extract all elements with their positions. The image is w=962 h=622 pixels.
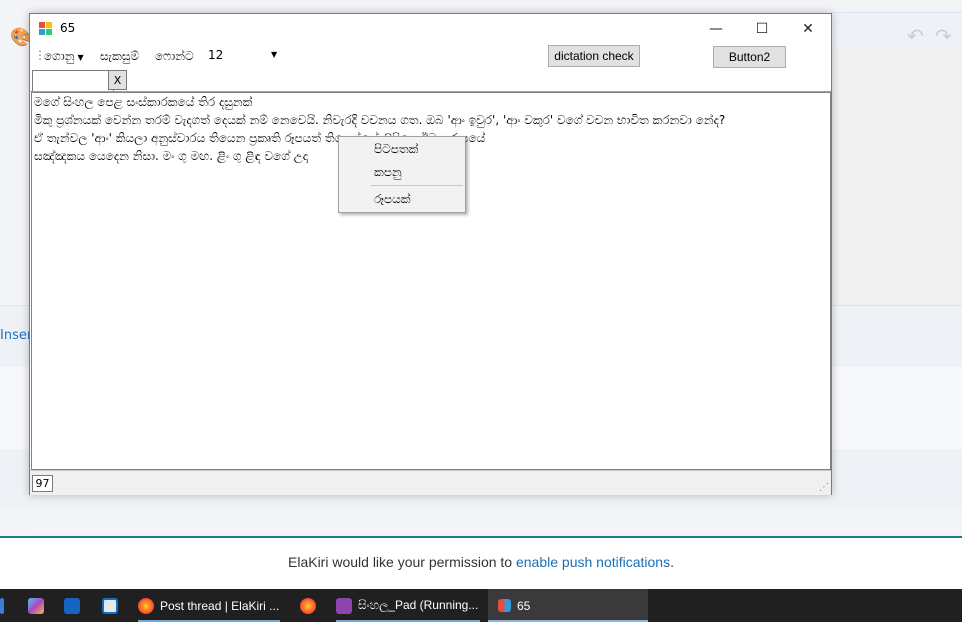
status-bar: 97 ⋰ [30,470,831,495]
taskbar-edge-icon[interactable] [0,589,10,622]
editor-line-1: මගේ සිංහල පෙළ සංස්කාරකයේ තිර දසුනක් [34,95,253,109]
undo-icon[interactable]: ↶ [907,24,924,48]
context-menu-separator [371,185,463,186]
enable-notifications-link[interactable]: enable push notifications [516,554,670,570]
insert-link[interactable]: Inser [0,328,32,343]
minimize-button[interactable]: — [693,14,739,44]
push-notification-banner: ElaKiri would like your permission to en… [0,536,962,590]
dictation-check-button[interactable]: dictation check [548,45,640,67]
visual-studio-icon [336,597,352,614]
taskbar: Post thread | ElaKiri ... සිංහල_Pad (Run… [0,589,962,622]
taskbar-app-65[interactable]: 65 [488,589,648,622]
menu-font[interactable]: ෆොන්ට [155,49,194,64]
taskbar-visual-studio[interactable]: සිංහල_Pad (Running... [332,589,484,622]
redo-icon[interactable]: ↷ [935,24,952,48]
notification-suffix: . [670,554,674,570]
context-menu: පිටපතක් කපනු රූපයක් [338,136,466,213]
title-bar[interactable]: 65 — ☐ ✕ [30,14,831,44]
resize-grip-icon[interactable]: ⋰ [819,482,829,493]
taskbar-label: 65 [517,598,531,613]
chevron-down-icon: ▼ [77,53,84,62]
search-input[interactable] [32,70,114,92]
notification-text: ElaKiri would like your permission to en… [0,554,962,570]
context-menu-image[interactable]: රූපයක් [374,192,411,207]
notification-prefix: ElaKiri would like your permission to [288,554,516,570]
window-title: 65 [60,21,76,35]
app-form-icon [39,22,52,35]
menu-file-label: ගොනු [44,49,75,63]
firefox-taskbar-icon[interactable] [300,589,322,622]
close-button[interactable]: ✕ [785,14,831,44]
font-size-value: 12 [208,48,224,62]
app-window: 65 — ☐ ✕ ⋮ ගොනු ▼ සැකසුම් ෆොන්ට 12 ▼ dict… [29,13,832,495]
clear-search-button[interactable]: X [108,70,127,90]
editor-line-4: සඤ්ඤකය යෙදෙන නිසා. මං ගු මඟ. ළිං ගු ළිඳ … [34,149,309,163]
store-icon[interactable] [102,589,124,622]
taskbar-label: Post thread | ElaKiri ... [160,598,280,613]
taskbar-firefox-thread[interactable]: Post thread | ElaKiri ... [134,589,284,622]
app-form-icon [498,599,511,612]
menu-edit[interactable]: සැකසුම් [100,49,139,64]
page-gap [0,509,962,535]
font-size-combobox[interactable]: 12 [208,48,278,64]
context-menu-copy[interactable]: පිටපතක් [374,142,418,157]
menu-bar: ⋮ ගොනු ▼ සැකසුම් ෆොන්ට 12 ▼ dictation che… [30,44,831,70]
word-count-box: 97 [32,475,53,492]
editor-line-2: මිකු ප්‍රශ්නයක් වෙන්න තරම් වැදගත් දෙයක් … [34,113,726,127]
button2[interactable]: Button2 [713,46,786,68]
taskbar-label: සිංහල_Pad (Running... [358,598,479,612]
copilot-icon[interactable] [28,589,50,622]
maximize-button[interactable]: ☐ [739,14,785,44]
chevron-down-icon[interactable]: ▼ [271,50,277,59]
context-menu-cut[interactable]: කපනු [374,165,402,180]
outlook-icon[interactable] [64,589,86,622]
menu-file[interactable]: ගොනු ▼ [44,49,84,64]
firefox-icon [138,597,154,614]
